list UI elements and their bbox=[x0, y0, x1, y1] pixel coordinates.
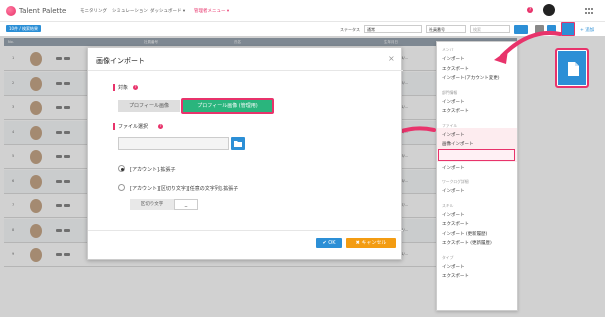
cancel-button[interactable]: ✖ キャンセル bbox=[346, 238, 396, 248]
menu-item[interactable]: インポート bbox=[442, 212, 465, 218]
logo-text: Talent Palette bbox=[19, 7, 67, 15]
target-help-icon[interactable]: ? bbox=[133, 85, 138, 90]
menu-section-header: ワークログ詳細 bbox=[442, 179, 469, 184]
menu-item[interactable]: 画像インポート bbox=[442, 141, 474, 147]
menu-section-header: タイプ bbox=[442, 254, 454, 260]
import-export-menu: メンバ インポート エクスポート インポート(アカウント変更) 部門情報 インポート エクス… bbox=[436, 41, 518, 311]
file-label: ファイル選択 bbox=[118, 124, 149, 130]
file-section-bar bbox=[113, 123, 115, 130]
profile-image-admin-button[interactable]: プロフィール画像 (管理用) bbox=[181, 98, 274, 114]
nav-admin-menu[interactable]: 管理者メニュー ▾ bbox=[194, 8, 229, 14]
nav-simulation[interactable]: シミュレーション bbox=[112, 8, 148, 14]
highlight-image-import bbox=[438, 149, 515, 161]
arrow-to-menu-icon bbox=[494, 31, 562, 64]
folder-icon bbox=[234, 141, 242, 147]
radio-account-separator-label: [アカウント][区切り文字][任意の文字列].拡張子 bbox=[130, 186, 239, 192]
menu-item[interactable]: エクスポート bbox=[442, 273, 469, 279]
sort-select[interactable]: 社員番号 bbox=[426, 25, 466, 33]
menu-item[interactable]: インポート bbox=[442, 264, 465, 270]
radio-account-separator[interactable] bbox=[118, 184, 125, 191]
nav-dashboard[interactable]: ダッシュボード ▾ bbox=[150, 8, 185, 14]
logo-icon bbox=[6, 6, 16, 16]
add-button[interactable]: + 追加 bbox=[580, 27, 594, 33]
menu-item[interactable]: インポート bbox=[442, 99, 465, 105]
menu-item[interactable]: エクスポート (更新履歴) bbox=[442, 240, 492, 246]
file-input[interactable] bbox=[118, 137, 229, 150]
separator-input[interactable]: _ bbox=[174, 199, 198, 210]
menu-section-header: ファイル bbox=[442, 122, 458, 128]
menu-section-header: スキル bbox=[442, 202, 454, 208]
target-label: 対象 bbox=[118, 85, 129, 91]
menu-item[interactable]: インポート bbox=[442, 165, 465, 171]
menu-item[interactable]: インポート(アカウント変更) bbox=[442, 75, 500, 81]
menu-section-header: 部門情報 bbox=[442, 89, 458, 95]
ok-button[interactable]: ✔ OK bbox=[316, 238, 342, 248]
radio-account-ext[interactable] bbox=[118, 165, 125, 172]
file-help-icon[interactable]: ? bbox=[158, 124, 163, 129]
menu-item[interactable]: エクスポート bbox=[442, 108, 469, 114]
menu-item[interactable]: エクスポート bbox=[442, 221, 469, 227]
folder-button[interactable] bbox=[231, 137, 245, 150]
user-avatar[interactable] bbox=[543, 4, 555, 16]
status-select[interactable]: 通常 bbox=[364, 25, 422, 33]
separator-label: 区切り文字 bbox=[130, 199, 174, 210]
logo[interactable]: Talent Palette bbox=[6, 5, 66, 17]
menu-section-header: メンバ bbox=[442, 47, 454, 52]
modal-title: 画像インポート bbox=[96, 57, 145, 65]
modal-footer-divider bbox=[88, 230, 403, 231]
help-icon[interactable]: ? bbox=[527, 7, 533, 13]
menu-item[interactable]: インポート (更新履歴) bbox=[442, 231, 487, 237]
radio-account-ext-label: [アカウント].拡張子 bbox=[130, 167, 176, 173]
menu-item[interactable]: エクスポート bbox=[442, 66, 469, 72]
result-count-tag: 10件 / 検索結果 bbox=[6, 25, 41, 32]
profile-image-button[interactable]: プロフィール画像 bbox=[118, 100, 180, 112]
nav-monitoring[interactable]: モニタリング bbox=[80, 8, 107, 14]
menu-item[interactable]: インポート bbox=[442, 188, 465, 194]
status-label: ステータス bbox=[340, 27, 360, 32]
menu-item[interactable]: インポート bbox=[442, 132, 465, 138]
target-section-bar bbox=[113, 84, 115, 91]
close-icon[interactable]: × bbox=[388, 54, 395, 63]
image-import-modal: 画像インポート × 対象 ? プロフィール画像 プロフィール画像 (管理用) フ… bbox=[87, 47, 403, 260]
menu-item[interactable]: インポート bbox=[442, 56, 465, 62]
apps-grid-icon[interactable] bbox=[585, 8, 593, 14]
modal-divider bbox=[88, 70, 403, 71]
